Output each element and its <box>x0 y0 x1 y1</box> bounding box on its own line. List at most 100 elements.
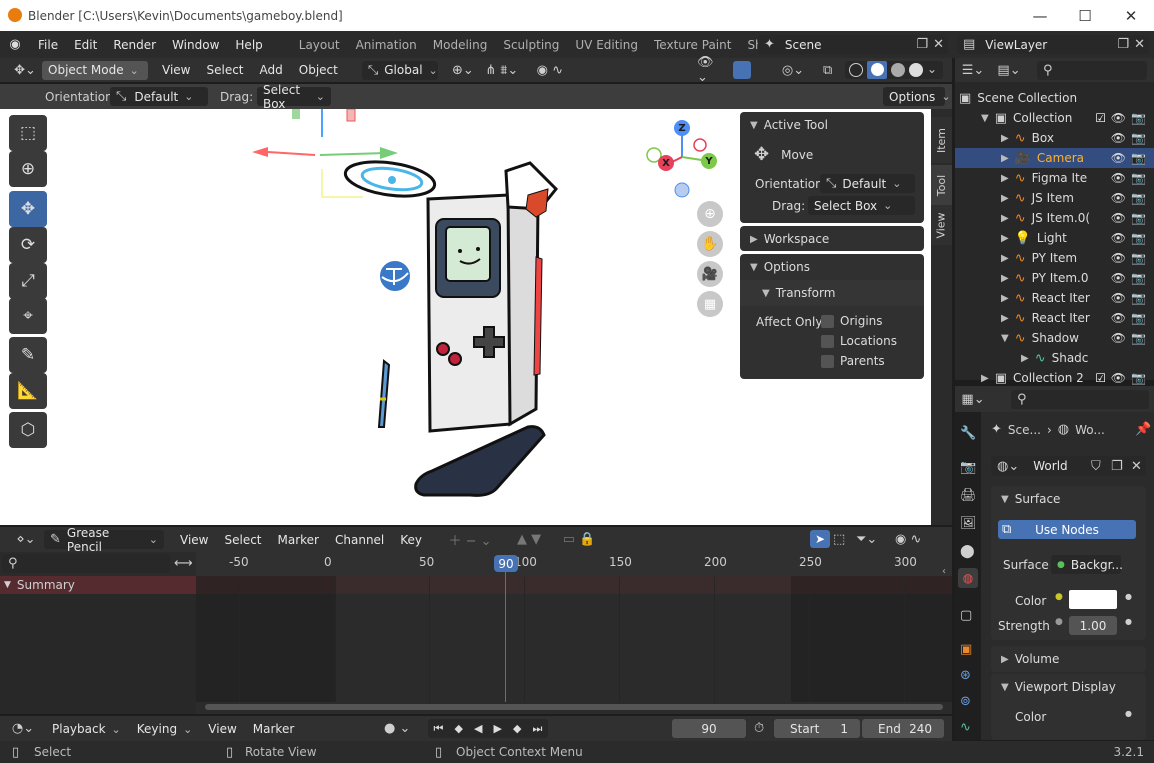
gizmo-y-axis[interactable]: Y <box>701 153 717 169</box>
expand-chevron-icon[interactable]: ▶ <box>1001 153 1009 164</box>
dopesheet-proportional-icon[interactable]: ◉ ∿ <box>895 532 921 547</box>
use-nodes-button[interactable]: ⧉ Use Nodes <box>998 520 1136 539</box>
menu-window[interactable]: Window <box>164 38 227 52</box>
collection2-row[interactable]: ▶ ▣ Collection 2 ☑ 👁 📷 <box>955 368 1154 388</box>
timeline-menu-view[interactable]: View <box>200 722 244 736</box>
viewport-display-header[interactable]: ▼ Viewport Display <box>991 674 1146 700</box>
keyframe-dot-icon[interactable]: ● <box>1125 617 1132 626</box>
move-layer-icons[interactable]: ▲ ▼ <box>508 532 550 547</box>
tab-uv-editing[interactable]: UV Editing <box>567 38 646 52</box>
dopesheet-menu-channel[interactable]: Channel <box>327 533 392 547</box>
play-icon[interactable]: ▶ <box>494 722 502 735</box>
eye-icon[interactable]: 👁 <box>1111 291 1126 305</box>
active-tool-header[interactable]: ▼ Active Tool <box>740 112 924 138</box>
tab-item[interactable]: Item <box>931 117 952 163</box>
outliner-item[interactable]: ▶ ∿ JS Item.0(👁 📷 <box>955 208 1154 228</box>
gizmo-z-axis[interactable]: Z <box>674 120 690 136</box>
outliner-item[interactable]: ▶ ∿ JS Item 👁 📷 <box>955 188 1154 208</box>
next-keyframe-icon[interactable]: ◆ <box>513 722 521 735</box>
ortho-toggle-icon[interactable]: ▦ <box>697 291 723 317</box>
outliner-item[interactable]: ▶ ∿ React Iter 👁 📷 <box>955 308 1154 328</box>
gizmo-x-axis[interactable]: X <box>658 155 674 171</box>
annotate-tool-icon[interactable]: ✎ <box>9 337 47 373</box>
swap-icon[interactable]: ⟷ <box>174 556 193 571</box>
rendered-shading-icon[interactable] <box>909 63 923 77</box>
current-frame-field[interactable]: 90 <box>672 719 746 738</box>
shadow-child-row[interactable]: ▶ ∿ Shadc <box>955 348 1154 368</box>
at-orientation-dropdown[interactable]: ⤡ Default <box>820 174 915 193</box>
camera-icon[interactable]: 📷 <box>1131 131 1146 145</box>
collection-row[interactable]: ▼ ▣ Collection ☑ 👁 📷 <box>955 108 1154 128</box>
expand-chevron-icon[interactable]: ▶ <box>1001 293 1009 304</box>
expand-chevron-icon[interactable]: ▶ <box>1001 173 1009 184</box>
snap-icon[interactable]: ⋔ ⩩⌄ <box>482 63 522 78</box>
tab-animation[interactable]: Animation <box>348 38 425 52</box>
outliner-item[interactable]: ▼ ∿ Shadow 👁 📷 <box>955 328 1154 348</box>
camera-icon[interactable]: 📷 <box>1131 371 1146 385</box>
expand-chevron-icon[interactable]: ▶ <box>1001 313 1009 324</box>
physics-props-icon[interactable]: ⊚ <box>960 694 971 709</box>
dopesheet-editor-type-icon[interactable]: ⋄⌄ <box>8 532 44 547</box>
keying-dropdown[interactable]: Keying <box>129 722 201 736</box>
eye-icon[interactable]: 👁 <box>1111 251 1126 265</box>
viewport-menu-object[interactable]: Object <box>291 63 346 77</box>
eye-icon[interactable]: 👁 <box>1111 171 1126 185</box>
prev-keyframe-icon[interactable]: ◆ <box>454 722 462 735</box>
eye-icon[interactable]: 👁 <box>1111 271 1126 285</box>
stopwatch-icon[interactable]: ⏱ <box>754 721 764 736</box>
scene-collection-row[interactable]: ▣ Scene Collection <box>955 88 1154 108</box>
data-props-icon[interactable]: ∿ <box>960 720 971 735</box>
record-icon[interactable]: ● ⌄ <box>384 721 410 736</box>
summary-channel[interactable]: ▼ Summary <box>0 576 196 594</box>
tab-view[interactable]: View <box>931 205 952 245</box>
new-scene-icon[interactable]: ❐ <box>916 37 928 52</box>
tab-sculpting[interactable]: Sculpting <box>495 38 567 52</box>
eye-icon[interactable]: 👁 <box>1111 311 1126 325</box>
pan-view-icon[interactable]: ✋ <box>697 231 723 257</box>
transform-orientation-dropdown[interactable]: ⤡ Global <box>361 60 438 80</box>
viewport-menu-add[interactable]: Add <box>252 63 291 77</box>
render-props-icon[interactable]: 📷 <box>960 460 976 475</box>
expand-chevron-icon[interactable]: ▼ <box>1001 333 1009 344</box>
collection2-checkbox-icon[interactable]: ☑ <box>1095 371 1106 385</box>
end-frame-field[interactable]: End 240 <box>862 719 944 738</box>
gizmo-toggle-icon[interactable] <box>733 61 751 79</box>
expand-chevron-icon[interactable]: ▶ <box>1001 233 1009 244</box>
pin-icon[interactable]: 📌 <box>1135 422 1151 437</box>
collection-checkbox-icon[interactable]: ☑ <box>1095 111 1106 125</box>
tool-orientation-dropdown[interactable]: ⤡ Default <box>110 87 208 106</box>
viewport-menu-view[interactable]: View <box>154 63 198 77</box>
playback-dropdown[interactable]: Playback <box>44 722 129 736</box>
camera-icon[interactable]: 📷 <box>1131 311 1146 325</box>
tool-drag-dropdown[interactable]: Select Box <box>257 83 331 111</box>
menu-render[interactable]: Render <box>105 38 164 52</box>
only-selected-icon[interactable]: ➤ <box>810 530 830 548</box>
close-window-button[interactable]: ✕ <box>1108 0 1154 31</box>
timeline-menu-marker[interactable]: Marker <box>245 722 302 736</box>
expand-chevron-icon[interactable]: ▶ <box>1001 133 1009 144</box>
origins-checkbox[interactable]: Origins <box>821 314 883 328</box>
camera-icon[interactable]: 📷 <box>1131 111 1146 125</box>
menu-file[interactable]: File <box>30 38 66 52</box>
camera-icon[interactable]: 📷 <box>1131 331 1146 345</box>
pivot-icon[interactable]: ⊕⌄ <box>450 63 476 78</box>
add-cube-tool-icon[interactable]: ⬡ <box>9 412 47 448</box>
camera-icon[interactable]: 📷 <box>1131 251 1146 265</box>
keyframe-dot-icon[interactable]: ● <box>1125 709 1132 718</box>
delete-viewlayer-icon[interactable]: ✕ <box>1134 37 1145 52</box>
viewlayer-selector[interactable]: ▤ ViewLayer ❐ ✕ <box>957 35 1149 54</box>
tab-tool[interactable]: Tool <box>931 165 952 205</box>
volume-panel[interactable]: ▶ Volume <box>991 646 1146 672</box>
frame-ruler[interactable] <box>196 552 952 576</box>
outliner-item[interactable]: ▶ ∿ Figma Ite 👁 📷 <box>955 168 1154 188</box>
timeline-editor-type-icon[interactable]: ◔⌄ <box>8 721 38 736</box>
move-tool-icon[interactable]: ✥ <box>9 191 47 227</box>
dopesheet-menu-view[interactable]: View <box>172 533 216 547</box>
options-panel-header[interactable]: ▼ Options <box>740 254 924 280</box>
eye-icon[interactable]: 👁 <box>1111 151 1126 165</box>
mode-dropdown[interactable]: Object Mode <box>42 60 148 80</box>
tab-modeling[interactable]: Modeling <box>425 38 496 52</box>
vd-color-swatch[interactable] <box>1069 707 1117 726</box>
dopesheet-menu-key[interactable]: Key <box>392 533 430 547</box>
parents-checkbox[interactable]: Parents <box>821 354 885 368</box>
